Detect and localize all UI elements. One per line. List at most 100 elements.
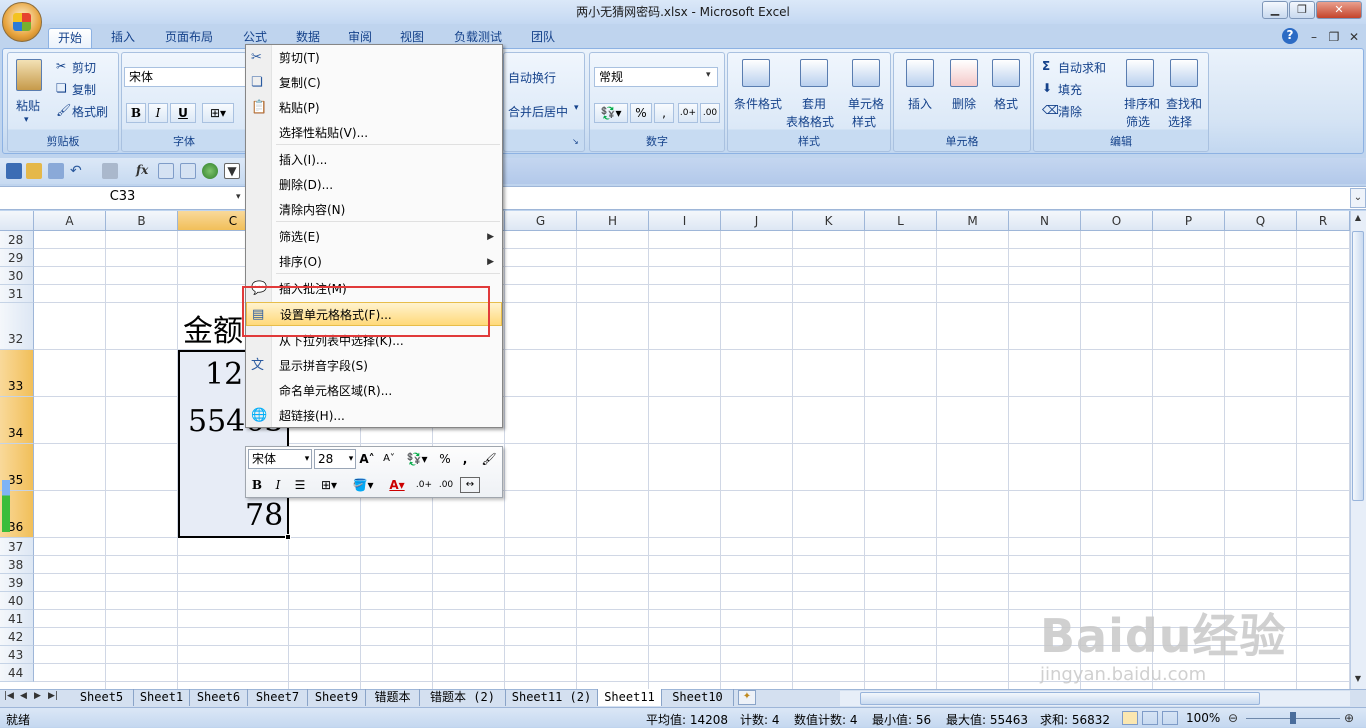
ribbon-close-icon[interactable]: ✕ — [1346, 28, 1362, 48]
horizontal-scroll-thumb[interactable] — [860, 692, 1260, 705]
context-menu-item-5[interactable]: 删除(D)... — [246, 173, 502, 197]
underline-button[interactable]: U — [170, 103, 196, 123]
cell-style-button-line1[interactable]: 单元格 — [848, 95, 884, 112]
undo-icon[interactable]: ↶ — [70, 163, 86, 179]
mini-fill-color-icon[interactable]: 🪣▾ — [348, 475, 378, 495]
increase-decimal-button[interactable]: .0+ — [678, 103, 698, 123]
fill-handle[interactable] — [285, 534, 291, 540]
row-header-37[interactable]: 37 — [0, 538, 34, 556]
sheet-tab-0[interactable]: Sheet5 — [70, 689, 134, 706]
column-header-m[interactable]: M — [937, 211, 1009, 231]
row-header-38[interactable]: 38 — [0, 556, 34, 574]
save-icon[interactable] — [6, 163, 22, 179]
column-header-i[interactable]: I — [649, 211, 721, 231]
mini-increase-decimal-icon[interactable]: .0+ — [414, 475, 434, 495]
sheet-tab-4[interactable]: Sheet9 — [308, 689, 366, 706]
function-icon[interactable]: fx — [136, 163, 152, 179]
context-menu-item-0[interactable]: 剪切(T) ✂ — [246, 46, 502, 70]
row-header-34[interactable]: 34 — [0, 397, 34, 444]
number-format-combo[interactable]: 常规 — [594, 67, 718, 87]
merge-center-button[interactable]: 合并后居中 — [508, 103, 568, 120]
italic-button[interactable]: I — [148, 103, 168, 123]
mini-center-icon[interactable]: ☰ — [290, 475, 310, 495]
format-cells-button[interactable]: 格式 — [994, 95, 1018, 112]
zoom-in-icon[interactable]: ⊕ — [1344, 711, 1354, 725]
name-box[interactable]: C33 — [0, 186, 246, 210]
select-all-corner[interactable] — [0, 211, 34, 231]
office-button[interactable] — [2, 2, 42, 42]
column-header-b[interactable]: B — [106, 211, 178, 231]
tab-home[interactable]: 开始 — [48, 28, 92, 48]
mini-merge-icon[interactable]: ↔ — [460, 477, 480, 493]
mini-format-painter-icon[interactable]: 🖌 — [480, 449, 498, 469]
column-header-g[interactable]: G — [505, 211, 577, 231]
paste-dropdown-icon[interactable]: ▾ — [24, 115, 29, 125]
find-select-line1[interactable]: 查找和 — [1166, 95, 1202, 112]
minimize-button[interactable]: ▁ — [1262, 1, 1288, 19]
column-header-n[interactable]: N — [1009, 211, 1081, 231]
sheet-tab-3[interactable]: Sheet7 — [248, 689, 308, 706]
row-header-28[interactable]: 28 — [0, 231, 34, 249]
tab-page-layout[interactable]: 页面布局 — [156, 28, 222, 48]
next-sheet-icon[interactable]: ▶ — [34, 691, 41, 701]
globe-icon[interactable] — [202, 163, 218, 179]
context-menu-item-14[interactable]: 超链接(H)... 🌐 — [246, 404, 502, 428]
row-header-31[interactable]: 31 — [0, 285, 34, 303]
paste-icon[interactable] — [16, 59, 42, 91]
column-header-j[interactable]: J — [721, 211, 793, 231]
tab-insert[interactable]: 插入 — [100, 28, 146, 48]
row-header-32[interactable]: 32 — [0, 303, 34, 350]
cell-c32[interactable]: 金额 — [183, 306, 243, 350]
copy-button[interactable]: 复制 — [72, 81, 96, 98]
context-menu-item-7[interactable]: 筛选(E) ▶ — [246, 225, 502, 249]
cell-c36[interactable]: 78 — [245, 498, 283, 533]
form-icon[interactable] — [180, 163, 196, 179]
column-header-a[interactable]: A — [34, 211, 106, 231]
edit-icon[interactable] — [102, 163, 118, 179]
page-layout-view-icon[interactable] — [1142, 711, 1158, 725]
percent-button[interactable]: % — [630, 103, 652, 123]
restore-button[interactable]: ❐ — [1289, 1, 1315, 19]
print-icon[interactable] — [48, 163, 64, 179]
column-header-l[interactable]: L — [865, 211, 937, 231]
open-icon[interactable] — [26, 163, 42, 179]
fill-button[interactable]: 填充 — [1058, 81, 1082, 98]
context-menu-item-2[interactable]: 粘贴(P) 📋 — [246, 96, 502, 120]
zoom-level[interactable]: 100% — [1186, 711, 1220, 725]
close-button[interactable]: ✕ — [1316, 1, 1362, 19]
font-name-combo[interactable]: 宋体 — [124, 67, 246, 87]
name-box-dropdown-icon[interactable]: ▾ — [236, 192, 241, 202]
comma-button[interactable]: , — [654, 103, 674, 123]
number-format-dropdown-icon[interactable]: ▾ — [706, 70, 711, 80]
prev-sheet-icon[interactable]: ◀ — [20, 691, 27, 701]
filter-icon[interactable]: ▼ — [224, 163, 240, 179]
zoom-slider-thumb[interactable] — [1290, 712, 1296, 724]
cell-c33[interactable]: 12 — [205, 357, 243, 392]
mini-currency-icon[interactable]: 💱▾ — [402, 449, 432, 469]
help-icon[interactable]: ? — [1282, 28, 1298, 44]
grow-font-icon[interactable]: A˄ — [358, 449, 376, 469]
mini-bold-button[interactable]: B — [248, 475, 266, 495]
column-header-q[interactable]: Q — [1225, 211, 1297, 231]
mini-comma-button[interactable]: , — [458, 449, 472, 469]
merge-dropdown-icon[interactable]: ▾ — [574, 103, 579, 113]
sheet-tab-1[interactable]: Sheet1 — [134, 689, 190, 706]
wrap-text-button[interactable]: 自动换行 — [508, 69, 556, 86]
sheet-tab-9[interactable]: Sheet10 — [662, 689, 734, 706]
column-header-h[interactable]: H — [577, 211, 649, 231]
column-header-r[interactable]: R — [1297, 211, 1350, 231]
sheet-tab-6[interactable]: 错题本 (2) — [420, 689, 506, 706]
conditional-format-button[interactable]: 条件格式 — [734, 95, 782, 112]
row-header-41[interactable]: 41 — [0, 610, 34, 628]
mini-percent-button[interactable]: % — [436, 449, 454, 469]
context-menu-item-1[interactable]: 复制(C) ❏ — [246, 71, 502, 95]
decrease-decimal-button[interactable]: .00 — [700, 103, 720, 123]
scroll-down-icon[interactable]: ▼ — [1352, 674, 1364, 688]
ribbon-minimize-icon[interactable]: – — [1306, 28, 1322, 48]
find-select-line2[interactable]: 选择 — [1168, 113, 1192, 130]
sheet-tab-5[interactable]: 错题本 — [366, 689, 420, 706]
context-menu-item-3[interactable]: 选择性粘贴(V)... — [246, 121, 502, 145]
tab-team[interactable]: 团队 — [520, 28, 566, 48]
mini-font-dropdown-icon[interactable]: ▾ — [302, 449, 312, 469]
sheet-tab-7[interactable]: Sheet11 (2) — [506, 689, 598, 706]
